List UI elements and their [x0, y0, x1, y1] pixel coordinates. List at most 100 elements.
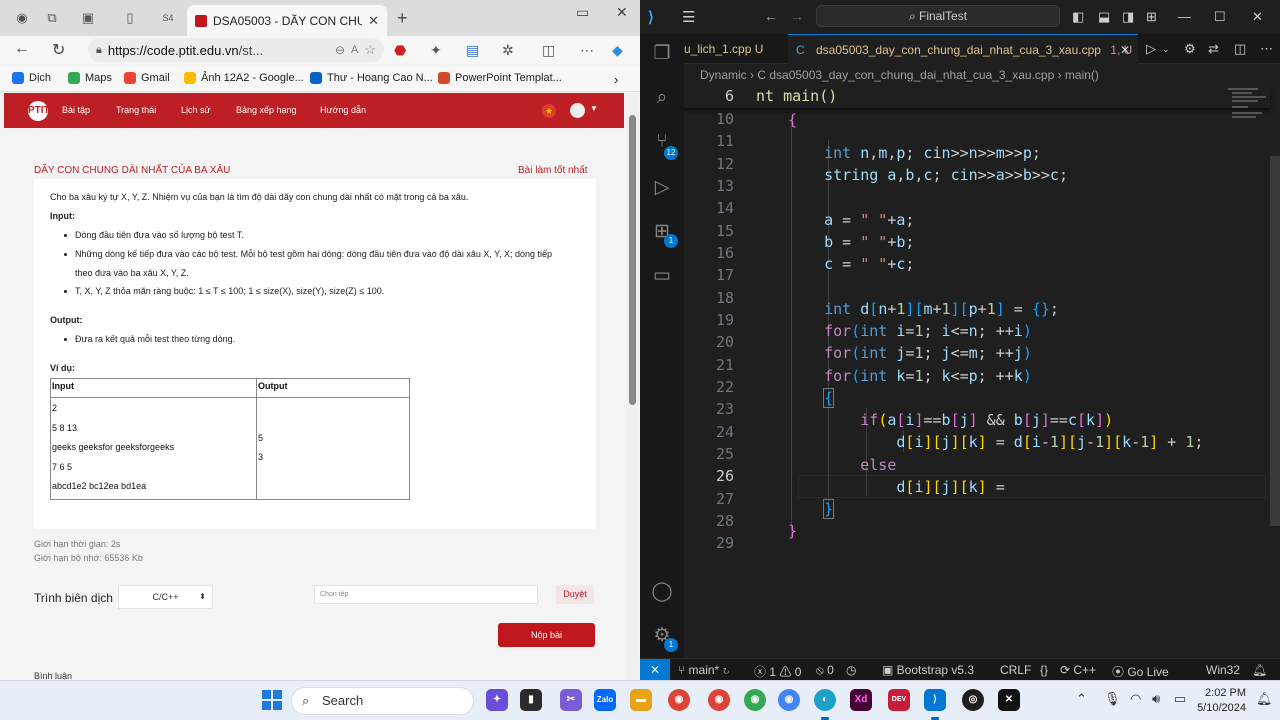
- bootstrap-status[interactable]: ▣ Bootstrap v5.3: [882, 663, 974, 677]
- close-icon[interactable]: ✕: [1252, 9, 1263, 25]
- tab-lich-1-cpp[interactable]: u_lich_1.cpp U: [684, 34, 786, 64]
- system-clock[interactable]: 2:02 PM 5/10/2024: [1194, 686, 1246, 716]
- snipping-tool-icon[interactable]: ✂: [560, 689, 582, 711]
- go-live-status[interactable]: ⦿ Go Live: [1112, 663, 1169, 680]
- command-center-search[interactable]: ⌕ FinalTest: [816, 5, 1060, 27]
- obs-icon[interactable]: ◎: [962, 689, 984, 711]
- problems-indicator[interactable]: ⓧ 1 ⚠ 0: [754, 663, 801, 680]
- run-dropdown-icon[interactable]: ⌄: [1162, 44, 1170, 55]
- browse-button[interactable]: Duyệt: [556, 585, 594, 604]
- search-icon[interactable]: ⌕: [650, 86, 674, 110]
- compare-icon[interactable]: ⇄: [1208, 41, 1219, 57]
- bookmarks-more-icon[interactable]: ›: [614, 72, 618, 87]
- maximize-icon[interactable]: ☐: [1214, 9, 1226, 25]
- microphone-icon[interactable]: 🎙︎: [1104, 691, 1121, 707]
- copilot-icon[interactable]: ◆: [612, 42, 623, 59]
- eol-status[interactable]: CRLF: [1000, 663, 1031, 677]
- explorer-icon[interactable]: ❐: [650, 42, 674, 66]
- platform-status[interactable]: Win32: [1206, 663, 1240, 677]
- zalo-icon[interactable]: Zalo: [594, 689, 616, 711]
- bookmark-drive[interactable]: Ảnh 12A2 - Google...: [184, 72, 304, 84]
- sticky-scroll[interactable]: 6 nt main(): [684, 86, 1270, 108]
- chrome-icon[interactable]: ◉: [668, 689, 690, 711]
- edge-icon[interactable]: ◐: [814, 689, 836, 720]
- workspaces-icon[interactable]: ⧉: [44, 10, 60, 26]
- adblock-icon[interactable]: ⬣: [394, 42, 406, 59]
- remote-explorer-icon[interactable]: ▭: [650, 264, 674, 288]
- more-menu-icon[interactable]: ⋯: [580, 42, 594, 59]
- favorite-star-icon[interactable]: ☆: [364, 42, 376, 58]
- settings-icon[interactable]: ⚙: [1184, 41, 1196, 57]
- adobe-xd-icon[interactable]: Xd: [850, 689, 872, 711]
- nav-huong-dan[interactable]: Hướng dẫn: [320, 105, 366, 115]
- windows-start-icon[interactable]: [262, 690, 282, 710]
- nav-bai-tap[interactable]: Bài tập: [62, 105, 90, 115]
- tab-actions-icon[interactable]: ▣: [80, 10, 96, 26]
- bookmark-outlook[interactable]: Thư - Hoang Cao N...: [310, 72, 433, 84]
- nav-back-icon[interactable]: ←: [764, 8, 778, 24]
- ports-indicator[interactable]: ⦸ 0: [816, 663, 834, 678]
- task-view-icon[interactable]: ▮: [520, 689, 542, 711]
- compiler-select[interactable]: C/C++ ⬍: [118, 585, 213, 609]
- bookmark-dich[interactable]: Dịch: [12, 72, 51, 84]
- bookmark-maps[interactable]: Maps: [68, 72, 112, 84]
- nav-forward-icon[interactable]: →: [790, 8, 804, 24]
- zoom-icon[interactable]: ⊖: [335, 43, 345, 57]
- read-aloud-icon[interactable]: A: [351, 44, 358, 56]
- nav-bang-xep-hang[interactable]: Bảng xếp hạng: [236, 105, 297, 115]
- tab-page-icon[interactable]: ▯: [122, 10, 138, 26]
- format-icon[interactable]: {}: [1040, 663, 1048, 677]
- language-status[interactable]: ⟳ C++: [1060, 663, 1096, 677]
- volume-icon[interactable]: 🔊︎: [1152, 691, 1160, 707]
- ptit-logo[interactable]: PTIT: [28, 101, 50, 121]
- page-scrollbar[interactable]: [626, 93, 639, 680]
- user-avatar[interactable]: [570, 103, 585, 118]
- layout-panel-icon[interactable]: ⬓: [1098, 9, 1110, 25]
- layout-secondary-icon[interactable]: ◨: [1122, 9, 1134, 25]
- remote-icon[interactable]: ⨯: [640, 659, 670, 680]
- capcut-icon[interactable]: ✕: [998, 689, 1020, 711]
- run-debug-icon[interactable]: ▷: [650, 176, 674, 200]
- minimap[interactable]: [1224, 86, 1274, 126]
- split-editor-icon[interactable]: ◫: [1234, 41, 1246, 57]
- best-submission-link[interactable]: Bài làm tốt nhất: [518, 165, 587, 176]
- translate-icon[interactable]: ▤: [466, 42, 479, 59]
- chrome-green-icon[interactable]: ◉: [744, 689, 766, 711]
- split-screen-icon[interactable]: ◫: [542, 42, 555, 59]
- new-tab-button[interactable]: +: [397, 8, 408, 29]
- close-tab-icon[interactable]: ✕: [1120, 35, 1130, 65]
- copilot-taskbar-icon[interactable]: ✦: [486, 689, 508, 711]
- tab-s4-icon[interactable]: S4: [160, 10, 176, 26]
- scrollbar-thumb[interactable]: [629, 115, 636, 405]
- minimize-icon[interactable]: —: [1178, 9, 1191, 24]
- refresh-icon[interactable]: ↻: [52, 40, 65, 60]
- chrome-profile-icon[interactable]: ◉: [708, 689, 730, 711]
- close-window-icon[interactable]: ✕: [616, 4, 628, 21]
- editor-scrollbar[interactable]: [1270, 156, 1280, 526]
- vscode-taskbar-icon[interactable]: ⟩: [924, 689, 946, 720]
- battery-icon[interactable]: ▭: [1174, 691, 1186, 707]
- nav-lich-su[interactable]: Lịch sử: [181, 105, 211, 115]
- browser-tab-active[interactable]: DSA05003 - DÃY CON CHUNG D ✕: [187, 5, 387, 36]
- nav-trang-thai[interactable]: Trạng thái: [116, 105, 156, 115]
- bookmark-gmail[interactable]: Gmail: [124, 72, 170, 84]
- extension-ninja-icon[interactable]: ✦: [430, 42, 442, 59]
- run-icon[interactable]: ▷: [1146, 41, 1156, 57]
- tray-overflow-icon[interactable]: ⌃: [1076, 691, 1087, 707]
- devcpp-icon[interactable]: DEV: [888, 689, 910, 711]
- wifi-icon[interactable]: ◠: [1130, 691, 1141, 707]
- profile-icon[interactable]: ◉: [14, 10, 30, 26]
- vietnam-flag-icon[interactable]: ★: [542, 104, 556, 118]
- notifications-icon[interactable]: 🔔︎: [1252, 663, 1267, 677]
- code-editor[interactable]: 10 11 12 13 14 15 16 17 18 19 20 21 22 23 24 25 26 27 28 29…: [684, 86, 1280, 658]
- more-actions-icon[interactable]: ⋯: [1260, 41, 1273, 57]
- breadcrumb[interactable]: Dynamic › C dsa05003_day_con_chung_dai_n…: [684, 64, 1280, 86]
- account-icon[interactable]: ◯: [650, 580, 674, 604]
- chevron-down-icon[interactable]: ▼: [590, 104, 598, 113]
- notification-center-icon[interactable]: 🔔︎: [1256, 691, 1273, 707]
- file-input[interactable]: Chọn tệp: [314, 585, 538, 604]
- git-branch[interactable]: ⑂ main* ↻: [678, 663, 730, 677]
- chrome-blue-icon[interactable]: ◉: [778, 689, 800, 711]
- extensions-icon[interactable]: ✲: [502, 42, 514, 59]
- file-explorer-icon[interactable]: ▬: [630, 689, 652, 711]
